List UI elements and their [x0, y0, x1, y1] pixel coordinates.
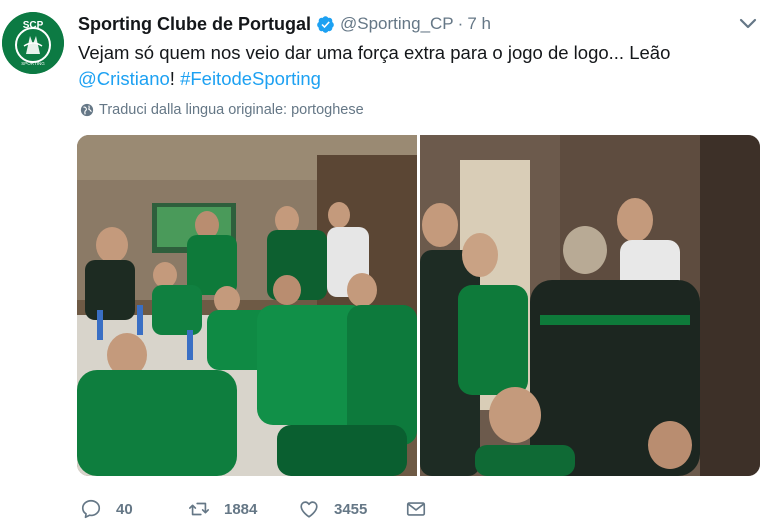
tweet-header: Sporting Clube de Portugal @Sporting_CP … [78, 13, 491, 35]
tweet-text: Vejam só quem nos veio dar uma força ext… [78, 40, 758, 92]
handle[interactable]: @Sporting_CP [340, 14, 454, 34]
translate-label: Traduci dalla lingua originale: portoghe… [99, 102, 364, 118]
timestamp[interactable]: 7 h [467, 14, 491, 34]
verified-badge-icon [317, 15, 334, 33]
globe-icon [80, 103, 94, 117]
chevron-down-icon[interactable] [738, 16, 758, 30]
photo-cristiano-embrace[interactable] [420, 135, 760, 476]
translate-link[interactable]: Traduci dalla lingua originale: portoghe… [80, 102, 364, 118]
photo-team-dinner-image [77, 135, 417, 476]
envelope-icon [406, 502, 426, 516]
like-count: 3455 [334, 500, 368, 518]
sporting-logo-icon: SCP SPORTING [2, 12, 64, 74]
hashtag-link[interactable]: #FeitodeSporting [180, 68, 321, 89]
reply-button[interactable]: 40 [80, 498, 133, 520]
retweet-button[interactable]: 1884 [188, 498, 257, 520]
display-name[interactable]: Sporting Clube de Portugal [78, 14, 311, 35]
photo-team-dinner[interactable] [77, 135, 417, 476]
reply-count: 40 [116, 500, 133, 518]
tweet[interactable]: SCP SPORTING Sporting Clube de Portugal … [0, 0, 765, 528]
retweet-icon [189, 502, 209, 516]
direct-message-button[interactable] [405, 498, 427, 520]
avatar[interactable]: SCP SPORTING [2, 12, 64, 74]
mention-link[interactable]: @Cristiano [78, 68, 170, 89]
retweet-count: 1884 [224, 500, 258, 518]
photo-cristiano-embrace-image [420, 135, 760, 476]
tweet-text-body: Vejam só quem nos veio dar uma força ext… [78, 42, 671, 63]
tweet-text-middle: ! [169, 68, 181, 89]
separator: · [457, 14, 464, 33]
svg-text:SCP: SCP [23, 20, 44, 31]
svg-text:SPORTING: SPORTING [21, 61, 45, 66]
reply-icon [81, 499, 101, 519]
like-button[interactable]: 3455 [298, 498, 367, 520]
heart-icon [300, 501, 318, 518]
